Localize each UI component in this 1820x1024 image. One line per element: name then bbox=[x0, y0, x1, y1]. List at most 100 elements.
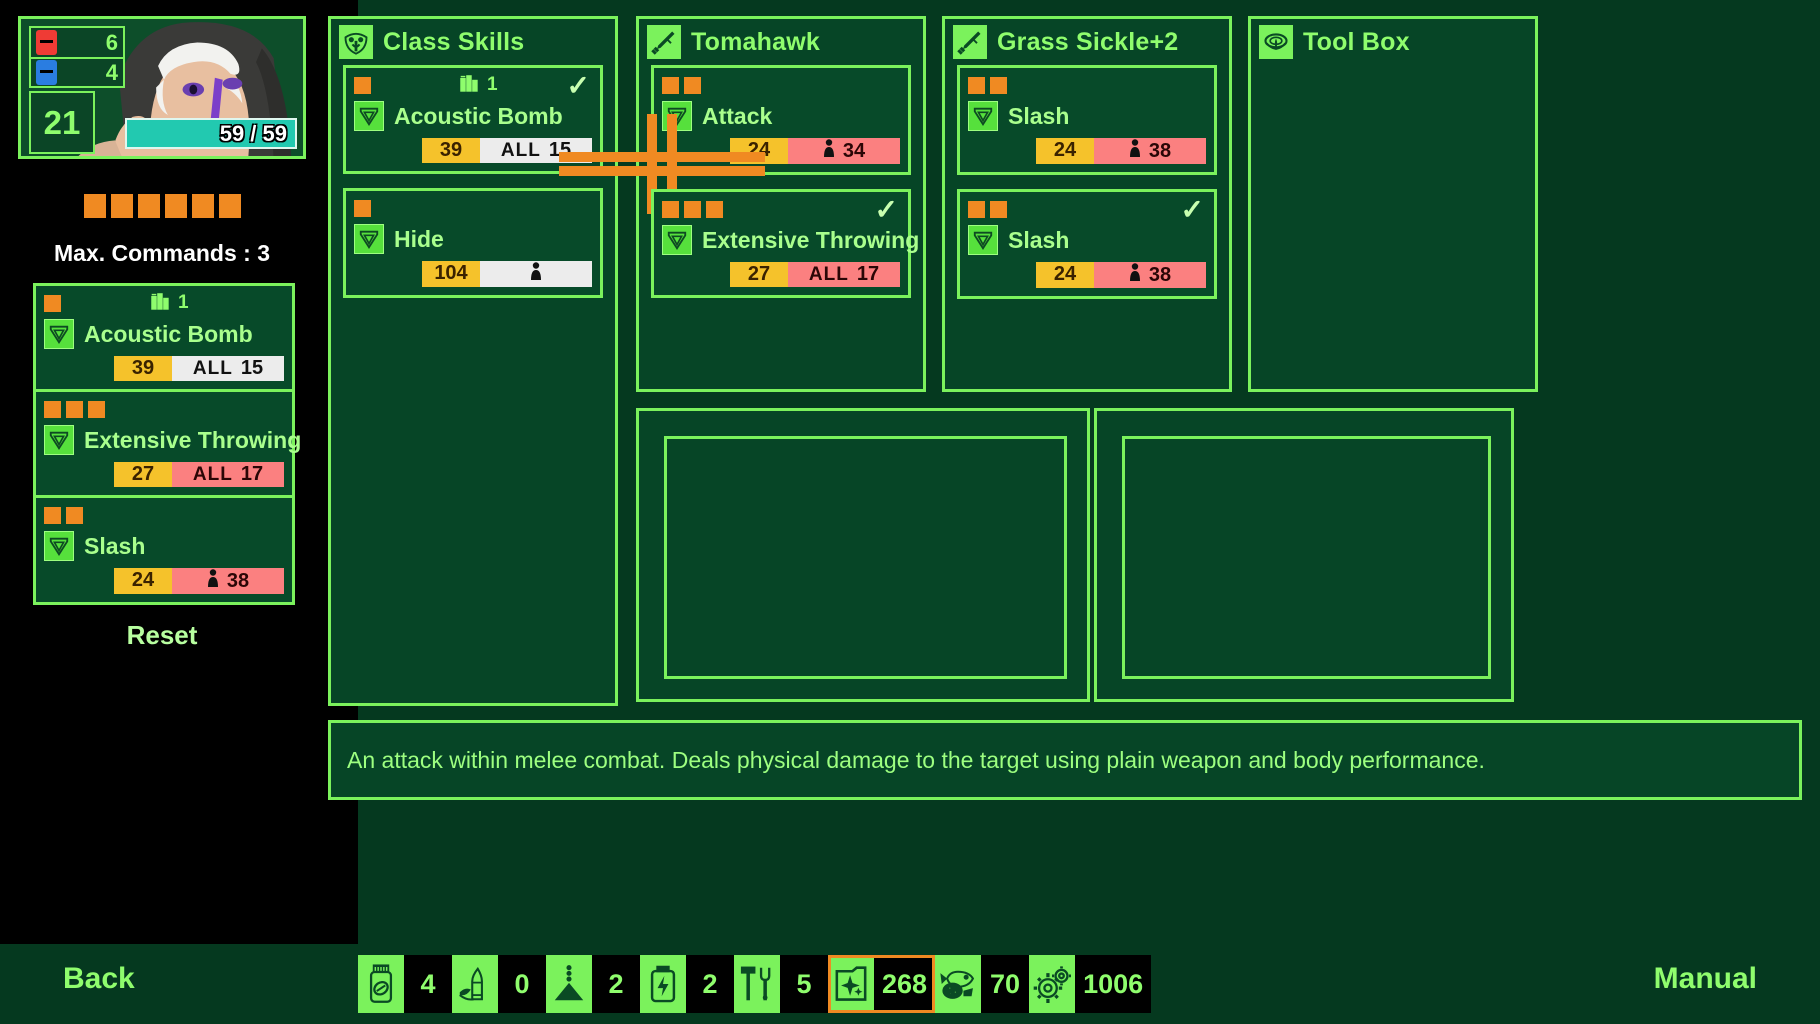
back-button[interactable]: Back bbox=[63, 962, 135, 996]
skill-cost-pips bbox=[968, 201, 1012, 218]
cost-pip bbox=[354, 200, 371, 217]
target-all-label: ALL bbox=[193, 464, 233, 486]
command-pip-row bbox=[18, 194, 306, 218]
skill-name: Acoustic Bomb bbox=[394, 103, 563, 130]
panel-header: Tomahawk bbox=[639, 19, 923, 63]
blue-card-icon bbox=[36, 60, 57, 85]
battery-icon bbox=[640, 955, 686, 1013]
skill-name-row: Slash bbox=[968, 225, 1206, 255]
queued-skill-card[interactable]: Extensive Throwing27ALL17 bbox=[33, 389, 295, 498]
resource-value: 1006 bbox=[1075, 955, 1151, 1013]
skill-card[interactable]: ✓ Slash24 38 bbox=[957, 189, 1217, 299]
command-queue-slot[interactable]: Extensive Throwing27ALL17 bbox=[33, 389, 295, 498]
reset-button[interactable]: Reset bbox=[18, 620, 306, 651]
accuracy-badge: 24 bbox=[1036, 138, 1094, 164]
accuracy-badge: 39 bbox=[114, 356, 172, 381]
empty-slot-inner-right bbox=[1122, 436, 1491, 679]
skill-stat-badges: 24 38 bbox=[44, 568, 284, 594]
red-card-icon bbox=[36, 30, 57, 55]
empty-slot-panel-left[interactable] bbox=[636, 408, 1090, 702]
skill-top-row bbox=[968, 75, 1206, 95]
damage-value: 38 bbox=[1149, 264, 1171, 287]
resource-item[interactable]: 4 bbox=[358, 955, 452, 1013]
cost-pip bbox=[990, 77, 1007, 94]
resource-item[interactable]: 0 bbox=[452, 955, 546, 1013]
skill-shield-icon bbox=[354, 101, 384, 131]
resource-item[interactable]: 1006 bbox=[1029, 955, 1151, 1013]
panel-header: Class Skills bbox=[331, 19, 615, 63]
skill-name: Slash bbox=[84, 533, 145, 560]
skill-panel: Grass Sickle+2 Slash24 38✓ Slash24 38 bbox=[942, 16, 1232, 392]
person-icon bbox=[1129, 263, 1141, 287]
target-all-label: ALL bbox=[193, 358, 233, 380]
cost-pip bbox=[354, 77, 371, 94]
queued-skill-card[interactable]: Slash 24 38 bbox=[33, 495, 295, 605]
damage-badge: ALL17 bbox=[788, 262, 900, 287]
item-cost-group: 1 bbox=[149, 290, 189, 317]
hammer-wrench-icon bbox=[734, 955, 780, 1013]
skill-cost-pips bbox=[354, 77, 376, 94]
resource-item[interactable]: 268 bbox=[828, 955, 935, 1013]
resource-item[interactable]: 2 bbox=[640, 955, 734, 1013]
skill-name: Slash bbox=[1008, 103, 1069, 130]
command-pip bbox=[192, 194, 214, 218]
command-queue-slot[interactable]: 1 Acoustic Bomb39ALL15 bbox=[33, 283, 295, 392]
resource-item[interactable]: 70 bbox=[935, 955, 1029, 1013]
max-commands-label: Max. Commands : 3 bbox=[18, 240, 306, 267]
skill-stat-badges: 24 38 bbox=[968, 262, 1206, 288]
panel-header: Tool Box bbox=[1251, 19, 1535, 63]
panel-header: Grass Sickle+2 bbox=[945, 19, 1229, 63]
resource-item[interactable]: 2 bbox=[546, 955, 640, 1013]
queued-skill-card[interactable]: 1 Acoustic Bomb39ALL15 bbox=[33, 283, 295, 392]
damage-value: 38 bbox=[227, 570, 249, 593]
skill-shield-icon bbox=[44, 319, 74, 349]
skill-card[interactable]: ✓ Extensive Throwing27ALL17 bbox=[651, 189, 911, 298]
panel-title: Grass Sickle+2 bbox=[997, 28, 1178, 57]
person-icon bbox=[1129, 139, 1141, 163]
skill-card[interactable]: Hide104 bbox=[343, 188, 603, 298]
skill-top-row: ✓ bbox=[662, 199, 900, 219]
resource-chip-box: 6 4 bbox=[29, 26, 125, 88]
cost-pip bbox=[968, 77, 985, 94]
skill-name-row: Attack bbox=[662, 101, 900, 131]
item-cost-value: 1 bbox=[178, 292, 189, 314]
cost-pip bbox=[662, 201, 679, 218]
hp-bar: 59 / 59 bbox=[125, 118, 297, 149]
damage-value: 15 bbox=[241, 357, 263, 380]
skill-stat-badges: 39ALL15 bbox=[354, 138, 592, 163]
manual-button[interactable]: Manual bbox=[1654, 962, 1757, 996]
description-text: An attack within melee combat. Deals phy… bbox=[347, 747, 1485, 774]
panel-title: Class Skills bbox=[383, 28, 524, 57]
skill-name-row: Slash bbox=[968, 101, 1206, 131]
blue-chip-value: 4 bbox=[57, 60, 118, 86]
damage-badge: 38 bbox=[172, 568, 284, 594]
skill-list: Slash24 38✓ Slash24 38 bbox=[945, 63, 1229, 299]
skill-stat-badges: 104 bbox=[354, 261, 592, 287]
skill-card[interactable]: Attack24 34 bbox=[651, 65, 911, 175]
level-value: 21 bbox=[44, 104, 81, 142]
empty-slot-panel-right[interactable] bbox=[1094, 408, 1514, 702]
resource-value: 70 bbox=[981, 955, 1029, 1013]
skill-cost-pips bbox=[44, 401, 110, 418]
damage-value: 34 bbox=[843, 140, 865, 163]
skill-card[interactable]: Slash24 38 bbox=[957, 65, 1217, 175]
dagger-icon bbox=[953, 25, 987, 59]
empty-slot-inner-left bbox=[664, 436, 1067, 679]
skill-card[interactable]: 1✓ Acoustic Bomb39ALL15 bbox=[343, 65, 603, 174]
cost-pip bbox=[66, 401, 83, 418]
command-queue-slot[interactable]: Slash 24 38 bbox=[33, 495, 295, 605]
resource-value: 268 bbox=[874, 955, 935, 1013]
damage-value: 17 bbox=[241, 463, 263, 486]
item-cost-group: 1 bbox=[458, 72, 498, 99]
command-pip bbox=[165, 194, 187, 218]
character-portrait-panel[interactable]: 6 4 21 59 / 59 bbox=[18, 16, 306, 159]
skill-stat-badges: 27ALL17 bbox=[44, 462, 284, 487]
hp-value: 59 / 59 bbox=[220, 121, 287, 147]
medicine-bottle-icon bbox=[358, 955, 404, 1013]
skill-shield-icon bbox=[662, 225, 692, 255]
powder-pile-icon bbox=[546, 955, 592, 1013]
resource-item[interactable]: 5 bbox=[734, 955, 828, 1013]
red-chip-value: 6 bbox=[57, 30, 118, 56]
command-pip bbox=[111, 194, 133, 218]
cost-pip bbox=[44, 295, 61, 312]
